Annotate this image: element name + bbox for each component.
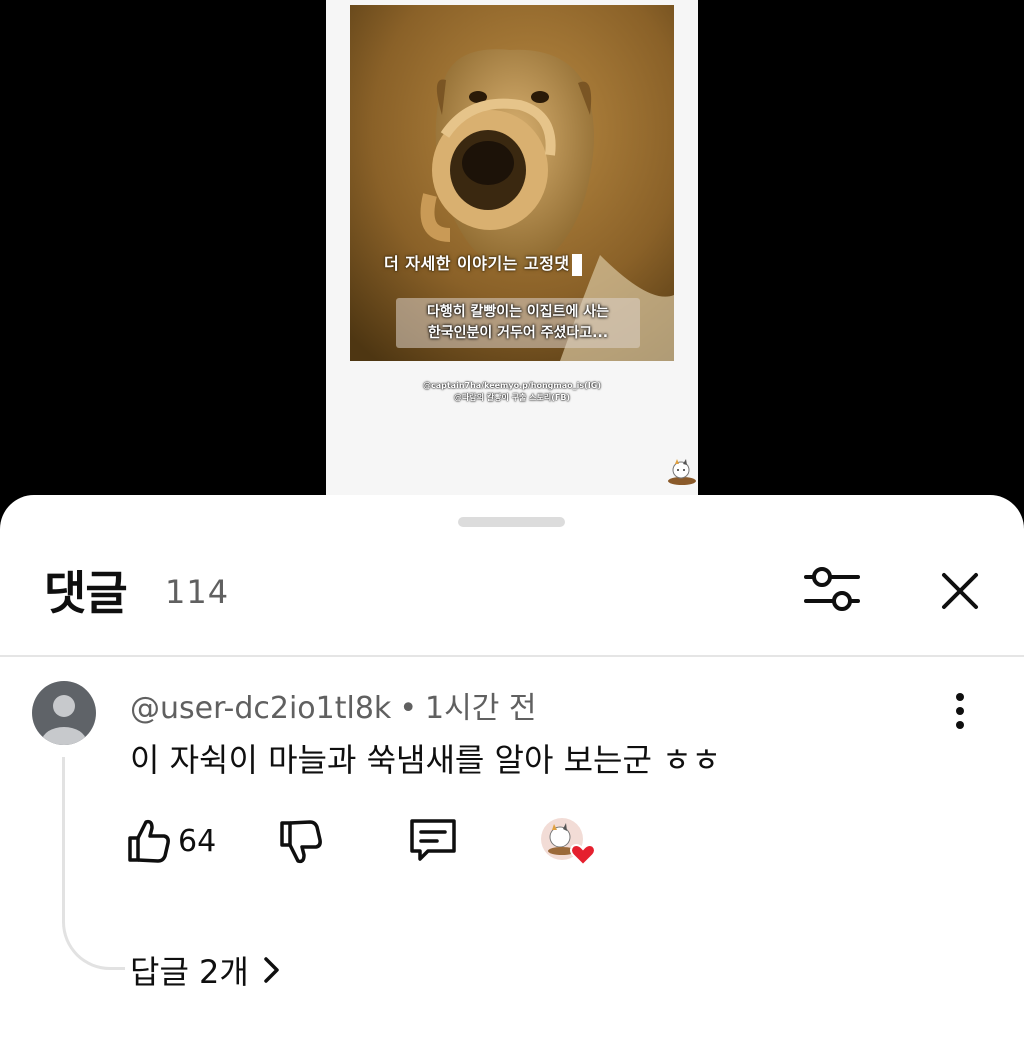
like-button[interactable]: 64 — [124, 813, 216, 869]
dislike-button[interactable] — [272, 813, 328, 869]
thread-connector-line — [62, 757, 125, 970]
meta-separator: • — [399, 691, 418, 726]
video-thumbnail: 더 자세한 이야기는 고정댓 다행히 칼빵이는 이집트에 사는 한국인분이 거두… — [350, 5, 674, 361]
sliders-icon — [804, 567, 860, 611]
sort-filter-button[interactable] — [798, 561, 866, 617]
video-subtitle: 다행히 칼빵이는 이집트에 사는 한국인분이 거두어 주셨다고... — [396, 298, 640, 348]
close-button[interactable] — [932, 563, 988, 619]
cat-mascot-icon — [668, 459, 696, 485]
comment-author[interactable]: @user-dc2io1tl8k — [130, 691, 391, 726]
avatar[interactable] — [32, 681, 96, 745]
thumbs-up-icon — [128, 819, 170, 863]
comment-bubble-icon — [410, 819, 456, 861]
comment-time: 1시간 전 — [425, 691, 537, 726]
credit-line: @다람의 칼빵이 구출 스토리(FB) — [453, 393, 571, 402]
more-vertical-icon — [956, 693, 964, 729]
comments-title: 댓글 — [44, 566, 128, 620]
creator-heart-badge — [538, 815, 600, 871]
divider — [0, 655, 1024, 657]
video-credits: @captain7ha/keemyo.p/hongmao_is(IG) @다람의… — [326, 380, 698, 404]
reply-button[interactable] — [404, 813, 462, 869]
video-overlay-caption: 더 자세한 이야기는 고정댓 — [384, 248, 582, 278]
comment-text: 이 자쉭이 마늘과 쑥냄새를 알아 보는군 ㅎㅎ — [130, 741, 721, 779]
video-frame: 더 자세한 이야기는 고정댓 다행히 칼빵이는 이집트에 사는 한국인분이 거두… — [326, 0, 698, 500]
comment-more-button[interactable] — [942, 691, 978, 731]
comment-meta: @user-dc2io1tl8k • 1시간 전 — [130, 683, 536, 727]
video-player[interactable]: 더 자세한 이야기는 고정댓 다행히 칼빵이는 이집트에 사는 한국인분이 거두… — [0, 0, 1024, 500]
default-avatar-icon — [32, 681, 96, 745]
view-replies-button[interactable]: 답글 2개 — [130, 947, 283, 993]
comments-sheet: 댓글 114 @user-dc2io1tl8k • 1시간 전 이 자쉭이 마늘… — [0, 495, 1024, 1037]
like-count: 64 — [178, 823, 217, 859]
creator-heart-icon — [541, 818, 596, 867]
comments-count: 114 — [165, 573, 230, 611]
subtitle-line: 한국인분이 거두어 주셨다고... — [427, 325, 609, 341]
thumbs-down-icon — [280, 820, 322, 864]
chevron-right-icon — [264, 957, 279, 983]
replies-label: 답글 2개 — [130, 953, 249, 991]
credit-line: @captain7ha/keemyo.p/hongmao_is(IG) — [422, 381, 601, 390]
drag-handle[interactable] — [458, 517, 565, 527]
subtitle-line: 다행히 칼빵이는 이집트에 사는 — [426, 304, 610, 320]
close-icon — [942, 573, 978, 609]
